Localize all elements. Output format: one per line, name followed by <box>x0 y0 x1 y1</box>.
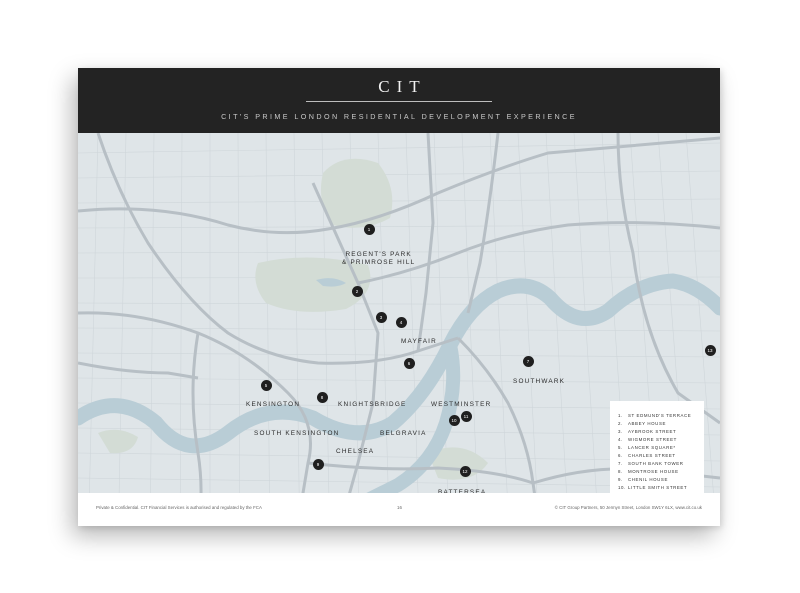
page-footer: Private & Confidential. CIT Financial Se… <box>78 493 720 526</box>
area-label-line: & PRIMROSE HILL <box>342 259 416 266</box>
legend-number: 7. <box>618 461 623 466</box>
page-subtitle: CIT'S PRIME LONDON RESIDENTIAL DEVELOPME… <box>221 112 577 121</box>
property-marker[interactable]: 5 <box>260 379 272 391</box>
legend-item: 9. CHENIL HOUSE <box>618 477 668 482</box>
legend-name: LANCER SQUARE* <box>628 445 676 450</box>
legend-item: 7. SOUTH BANK TOWER <box>618 461 684 466</box>
legend-name: AYBROOK STREET <box>628 429 677 434</box>
legend-name: LITTLE SMITH STREET <box>628 485 688 490</box>
legend-item: 8. MONTROSE HOUSE <box>618 469 679 474</box>
legend-item: 3. AYBROOK STREET <box>618 429 676 434</box>
brochure-page: CIT CIT'S PRIME LONDON RESIDENTIAL DEVEL… <box>78 68 720 526</box>
legend-number: 6. <box>618 453 623 458</box>
area-label-knightsbridge: KNIGHTSBRIDGE <box>338 401 407 408</box>
area-label-belgravia: BELGRAVIA <box>380 430 427 437</box>
area-label-mayfair: MAYFAIR <box>401 338 437 345</box>
legend-number: 1. <box>618 413 623 418</box>
footer-copyright: © CIT Group Partners, 50 Jermyn Street, … <box>554 505 702 510</box>
area-label-kensington: KENSINGTON <box>246 401 301 408</box>
footer-disclaimer: Private & Confidential. CIT Financial Se… <box>96 505 262 510</box>
property-marker[interactable]: 13 <box>704 344 716 356</box>
property-marker[interactable]: 11 <box>460 410 472 422</box>
legend-name: MONTROSE HOUSE <box>628 469 679 474</box>
brand-title: CIT <box>378 77 427 96</box>
legend-number: 10. <box>618 485 626 490</box>
property-marker[interactable]: 1 <box>363 223 375 235</box>
legend-number: 2. <box>618 421 623 426</box>
legend-name: WIGMORE STREET <box>628 437 677 442</box>
title-divider <box>306 101 492 102</box>
legend-item: 4. WIGMORE STREET <box>618 437 677 442</box>
legend-number: 9. <box>618 477 623 482</box>
legend-name: ABBEY HOUSE <box>628 421 666 426</box>
legend-item: 6. CHARLES STREET <box>618 453 676 458</box>
property-marker[interactable]: 7 <box>522 355 534 367</box>
area-label-regents-park: REGENT'S PARK & PRIMROSE HILL <box>342 251 415 267</box>
legend-item: 2. ABBEY HOUSE <box>618 421 666 426</box>
legend-number: 5. <box>618 445 623 450</box>
legend-number: 4. <box>618 437 623 442</box>
area-label-chelsea: CHELSEA <box>336 448 375 455</box>
legend-name: SOUTH BANK TOWER <box>628 461 684 466</box>
property-marker[interactable]: 6 <box>403 357 415 369</box>
legend-number: 8. <box>618 469 623 474</box>
area-label-line: REGENT'S PARK <box>345 251 412 258</box>
legend-name: CHARLES STREET <box>628 453 676 458</box>
property-marker[interactable]: 8 <box>316 391 328 403</box>
page-number: 16 <box>397 505 402 510</box>
area-label-southwark: SOUTHWARK <box>513 378 566 385</box>
property-marker[interactable]: 4 <box>395 316 407 328</box>
legend-item: 5. LANCER SQUARE* <box>618 445 676 450</box>
property-marker[interactable]: 12 <box>459 465 471 477</box>
area-label-westminster: WESTMINSTER <box>431 401 492 408</box>
legend-number: 3. <box>618 429 623 434</box>
london-map: REGENT'S PARK & PRIMROSE HILL MAYFAIR SO… <box>78 133 720 526</box>
property-marker[interactable]: 2 <box>351 285 363 297</box>
property-marker[interactable]: 10 <box>448 414 460 426</box>
legend-name: ST EDMUND'S TERRACE <box>628 413 692 418</box>
legend-item: 10. LITTLE SMITH STREET <box>618 485 687 490</box>
header-band: CIT CIT'S PRIME LONDON RESIDENTIAL DEVEL… <box>78 68 720 133</box>
property-marker[interactable]: 9 <box>312 458 324 470</box>
legend-name: CHENIL HOUSE <box>628 477 668 482</box>
property-marker[interactable]: 3 <box>375 311 387 323</box>
legend-item: 1. ST EDMUND'S TERRACE <box>618 413 691 418</box>
area-label-south-kensington: SOUTH KENSINGTON <box>254 430 340 437</box>
